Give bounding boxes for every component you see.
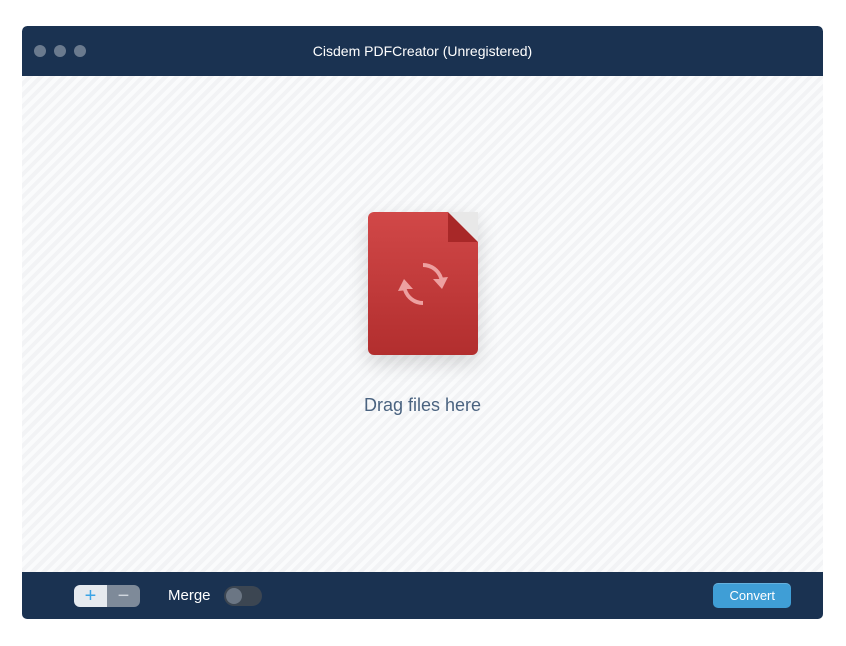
minus-icon: − xyxy=(118,586,130,606)
merge-control: Merge xyxy=(168,586,262,606)
merge-label: Merge xyxy=(168,587,211,604)
window-controls xyxy=(34,45,86,57)
convert-button[interactable]: Convert xyxy=(713,583,791,608)
merge-toggle[interactable] xyxy=(224,586,262,606)
add-remove-group: + − xyxy=(74,585,140,607)
drop-area[interactable]: Drag files here xyxy=(22,76,823,572)
document-convert-icon xyxy=(368,212,478,355)
zoom-window-button[interactable] xyxy=(74,45,86,57)
close-window-button[interactable] xyxy=(34,45,46,57)
window-title: Cisdem PDFCreator (Unregistered) xyxy=(22,43,823,59)
bottom-toolbar: + − Merge Convert xyxy=(22,572,823,619)
add-file-button[interactable]: + xyxy=(74,585,107,607)
plus-icon: + xyxy=(85,586,97,606)
remove-file-button[interactable]: − xyxy=(107,585,140,607)
drop-hint-text: Drag files here xyxy=(364,395,481,416)
toggle-knob xyxy=(226,588,242,604)
app-window: Cisdem PDFCreator (Unregistered) Drag fi… xyxy=(22,26,823,619)
minimize-window-button[interactable] xyxy=(54,45,66,57)
title-bar: Cisdem PDFCreator (Unregistered) xyxy=(22,26,823,76)
